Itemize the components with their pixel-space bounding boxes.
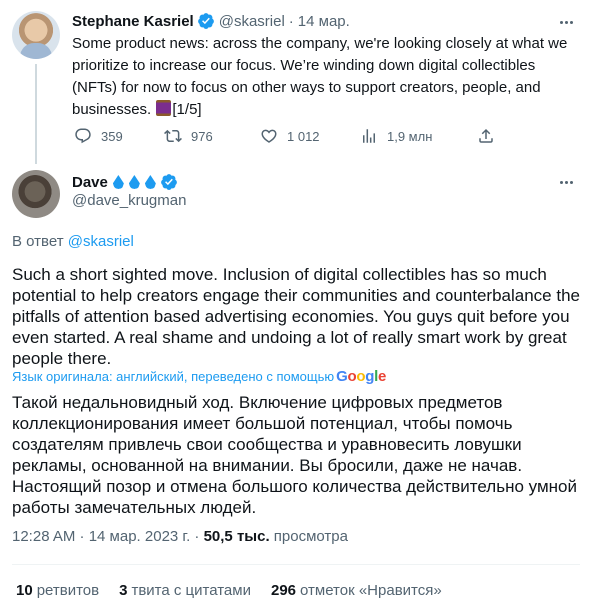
parent-tweet-text: Some product news: across the company, w…: [72, 33, 577, 121]
views-label: просмотра: [273, 528, 348, 545]
more-options-icon[interactable]: [556, 12, 576, 32]
tweet-timestamp[interactable]: 12:28 AM · 14 мар. 2023 г. ·: [12, 528, 199, 545]
retweets-count: 10: [16, 582, 33, 599]
analytics-icon: [363, 129, 375, 143]
droplet-emoji-icon: [144, 175, 156, 189]
tweet-stats: 10 ретвитов 3 твита с цитатами 296 отметок …: [16, 582, 462, 599]
retweet-icon: [164, 129, 182, 143]
tweet-actions: 359 976 1 012 1,9 млн: [72, 126, 512, 146]
droplet-emoji-icon: [112, 175, 124, 189]
reply-prefix: В ответ: [12, 233, 64, 250]
quotes-stat[interactable]: 3 твита с цитатами: [119, 582, 251, 599]
thread-connector: [35, 64, 37, 164]
more-options-icon[interactable]: [556, 172, 576, 192]
translation-note[interactable]: Язык оригинала: английский, переведено с…: [12, 368, 386, 385]
separator: ·: [288, 12, 294, 30]
parent-tweet-header: Stephane Kasriel @skasriel · 14 мар.: [72, 11, 350, 31]
main-tweet-text: Such a short sighted move. Inclusion of …: [12, 265, 580, 368]
reply-count: 359: [101, 128, 123, 144]
droplet-emoji-icon: [128, 175, 140, 189]
reply-button[interactable]: 359: [74, 127, 123, 145]
parent-tweet[interactable]: Stephane Kasriel @skasriel · 14 мар. Som…: [0, 0, 593, 164]
quotes-count: 3: [119, 582, 128, 599]
share-icon: [479, 128, 493, 143]
google-logo: Google: [336, 368, 387, 385]
avatar[interactable]: [12, 11, 60, 59]
author-handle[interactable]: @dave_krugman: [72, 192, 186, 209]
retweets-label: ретвитов: [36, 582, 100, 599]
translated-tweet-text: Такой недальновидный ход. Включение цифр…: [12, 393, 577, 517]
author-handle[interactable]: @skasriel: [219, 13, 285, 30]
tweet-meta: 12:28 AM · 14 мар. 2023 г. · 50,5 тыс. п…: [12, 528, 348, 545]
share-button[interactable]: [477, 127, 495, 145]
retweet-count: 976: [191, 128, 213, 144]
author-name[interactable]: Dave: [72, 174, 108, 191]
heart-icon: [261, 129, 277, 143]
views-button[interactable]: 1,9 млн: [360, 127, 432, 145]
likes-count: 296: [270, 582, 297, 599]
reply-icon: [75, 128, 91, 144]
parent-tweet-body: Some product news: across the company, w…: [72, 35, 568, 118]
retweets-stat[interactable]: 10 ретвитов: [16, 582, 99, 599]
views-count: 1,9 млн: [387, 128, 433, 144]
reply-context: В ответ @skasriel: [12, 233, 134, 250]
translation-note-text: Язык оригинала: английский, переведено с…: [12, 369, 335, 384]
reply-mention-link[interactable]: @skasriel: [68, 233, 134, 250]
divider: [12, 564, 580, 565]
likes-stat[interactable]: 296 отметок «Нравится»: [271, 582, 442, 599]
avatar[interactable]: [12, 170, 60, 218]
like-button[interactable]: 1 012: [260, 127, 320, 145]
main-tweet-header: Dave: [72, 172, 178, 192]
verified-badge-icon: [160, 174, 177, 190]
verified-badge-icon: [197, 13, 214, 29]
likes-label: отметок «Нравится»: [300, 582, 442, 599]
retweet-button[interactable]: 976: [164, 127, 213, 145]
like-count: 1 012: [287, 128, 320, 144]
thread-counter: [1/5]: [172, 101, 202, 118]
views-count: 50,5 тыс.: [203, 528, 270, 545]
quotes-label: твита с цитатами: [131, 582, 251, 599]
author-name[interactable]: Stephane Kasriel: [72, 13, 194, 30]
thread-spool-emoji-icon: [156, 100, 172, 116]
tweet-date[interactable]: 14 мар.: [298, 13, 350, 30]
